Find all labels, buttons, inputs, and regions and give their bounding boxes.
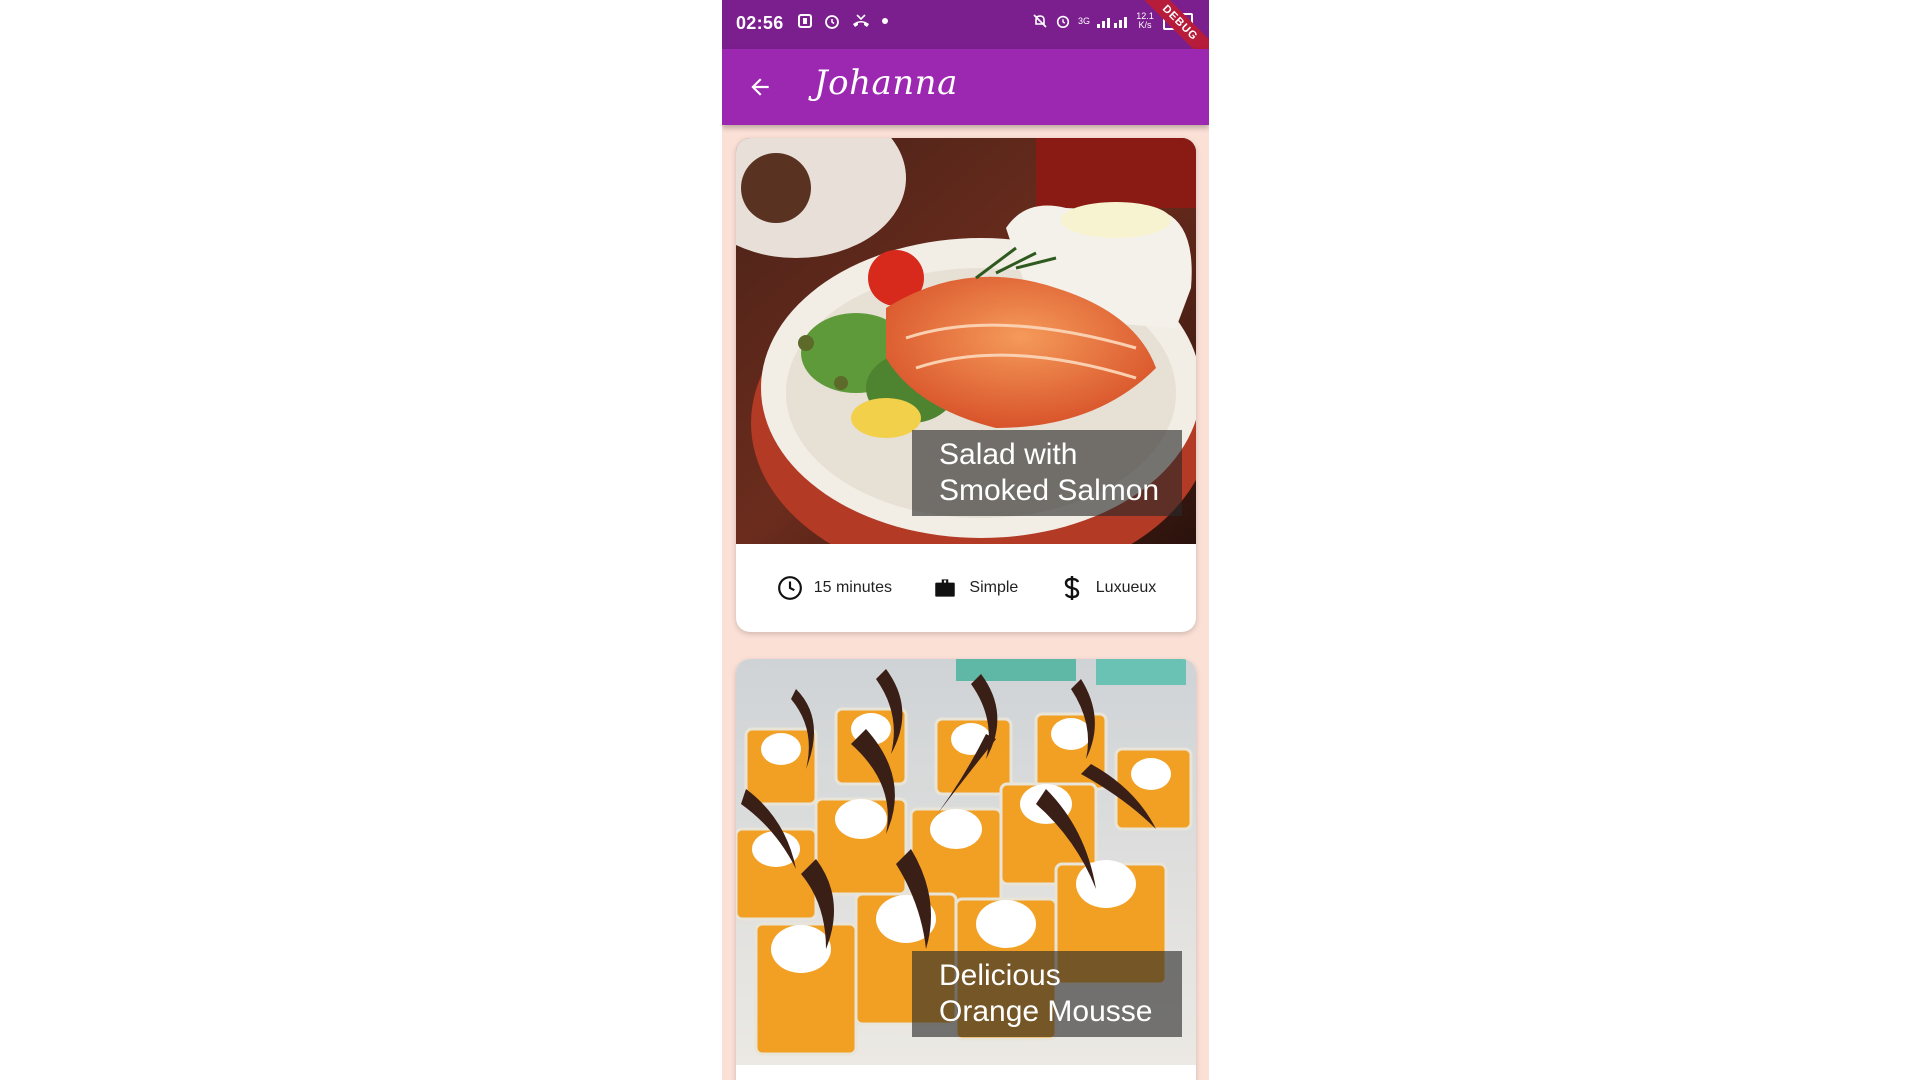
network-type-label: 3G [1077, 15, 1090, 26]
notification-dot-icon [882, 18, 888, 24]
recipe-image-orange-mousse: Delicious Orange Mousse [736, 659, 1196, 1065]
recipe-info-row: 15 minutes Simple Luxueux [736, 544, 1196, 632]
recipe-image-salmon-salad: Salad with Smoked Salmon [736, 138, 1196, 544]
recipe-title: Delicious Orange Mousse [912, 951, 1182, 1037]
signal-strength-icon [1097, 17, 1127, 28]
mute-notifications-icon [1033, 14, 1047, 28]
app-bar: Johanna [722, 49, 1209, 125]
duration-label: 15 minutes [813, 579, 892, 596]
recipe-card[interactable]: Salad with Smoked Salmon 15 minutes Simp… [736, 138, 1196, 632]
affordability-label: Luxueux [1095, 579, 1157, 596]
recipe-card[interactable]: Delicious Orange Mousse [736, 659, 1196, 1080]
clock-icon [776, 574, 804, 602]
complexity-info: Simple [931, 574, 1018, 602]
briefcase-icon [931, 574, 959, 602]
arrow-left-icon [751, 78, 769, 96]
phone-screen: 02:56 3G 12.1 K/s DEBUG Johanna Salad wi… [722, 0, 1209, 1080]
affordability-info: Luxueux [1058, 574, 1157, 602]
recipe-title: Salad with Smoked Salmon [912, 430, 1182, 516]
nfc-icon [798, 14, 812, 28]
status-left-icons [797, 12, 889, 30]
page-title: Johanna [814, 63, 958, 103]
missed-call-icon [853, 14, 869, 27]
status-bar: 02:56 3G 12.1 K/s DEBUG [722, 0, 1209, 69]
back-button[interactable] [740, 69, 780, 105]
alarm-icon [825, 15, 839, 29]
alarm-icon-right [1056, 15, 1070, 29]
network-speed-label: 12.1 K/s [1136, 11, 1154, 30]
complexity-label: Simple [969, 579, 1019, 596]
dollar-icon [1058, 574, 1086, 602]
duration-info: 15 minutes [776, 574, 892, 602]
status-time: 02:56 [736, 13, 784, 33]
